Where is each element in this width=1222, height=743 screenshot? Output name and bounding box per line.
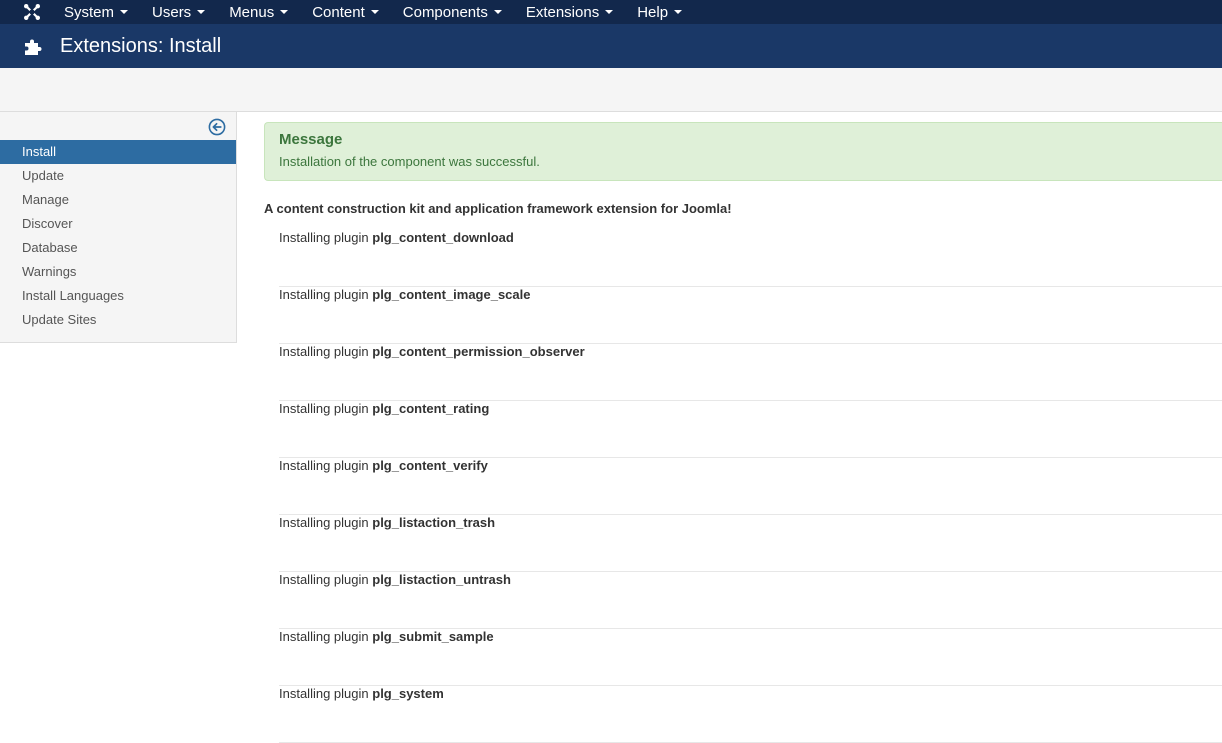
extension-description: A content construction kit and applicati… bbox=[264, 201, 732, 216]
caret-down-icon bbox=[674, 10, 683, 14]
menu-system[interactable]: System bbox=[64, 0, 138, 24]
success-message: Message Installation of the component wa… bbox=[264, 122, 1222, 181]
menu-users[interactable]: Users bbox=[152, 0, 215, 24]
sidebar-menu: Install Update Manage Discover Database … bbox=[0, 140, 236, 332]
top-navbar: System Users Menus Content Components Ex… bbox=[0, 0, 1222, 24]
arrow-circle-left-icon[interactable] bbox=[208, 118, 226, 136]
plugin-name: plg_submit_sample bbox=[372, 629, 494, 644]
list-item: Installing plugin plg_content_rating bbox=[279, 401, 1222, 458]
toolbar bbox=[0, 68, 1222, 112]
menu-components[interactable]: Components bbox=[403, 0, 512, 24]
list-item: Installing plugin plg_content_download bbox=[279, 230, 1222, 287]
menu-menus[interactable]: Menus bbox=[229, 0, 298, 24]
list-item: Installing plugin plg_system bbox=[279, 686, 1222, 743]
joomla-logo-icon[interactable] bbox=[20, 0, 44, 24]
plugin-prefix: Installing plugin bbox=[279, 344, 369, 359]
menu-label: Extensions bbox=[525, 3, 600, 21]
plugin-name: plg_content_download bbox=[372, 230, 514, 245]
menu-content[interactable]: Content bbox=[312, 0, 389, 24]
list-item: Installing plugin plg_content_permission… bbox=[279, 344, 1222, 401]
caret-down-icon bbox=[605, 10, 614, 14]
menu-label: Menus bbox=[229, 3, 275, 21]
menu-help[interactable]: Help bbox=[637, 0, 692, 24]
list-item: Installing plugin plg_content_image_scal… bbox=[279, 287, 1222, 344]
list-item: Installing plugin plg_listaction_untrash bbox=[279, 572, 1222, 629]
plugin-name: plg_content_verify bbox=[372, 458, 488, 473]
plugin-name: plg_content_image_scale bbox=[372, 287, 531, 302]
plugin-name: plg_system bbox=[372, 686, 444, 701]
sidebar-item-manage[interactable]: Manage bbox=[0, 188, 236, 212]
plugin-name: plg_content_permission_observer bbox=[372, 344, 585, 359]
main-content: Message Installation of the component wa… bbox=[264, 122, 1222, 743]
sidebar-item-install-languages[interactable]: Install Languages bbox=[0, 284, 236, 308]
list-item: Installing plugin plg_content_verify bbox=[279, 458, 1222, 515]
sidebar-item-database[interactable]: Database bbox=[0, 236, 236, 260]
sidebar-item-discover[interactable]: Discover bbox=[0, 212, 236, 236]
plugin-name: plg_listaction_untrash bbox=[372, 572, 511, 587]
caret-down-icon bbox=[370, 10, 379, 14]
plugin-name: plg_content_rating bbox=[372, 401, 490, 416]
plugin-prefix: Installing plugin bbox=[279, 515, 369, 530]
caret-down-icon bbox=[493, 10, 502, 14]
page-title: Extensions: Install bbox=[60, 34, 222, 57]
menu-label: Users bbox=[152, 3, 192, 21]
plugin-prefix: Installing plugin bbox=[279, 230, 369, 245]
caret-down-icon bbox=[120, 10, 129, 14]
plugin-prefix: Installing plugin bbox=[279, 401, 369, 416]
menu-label: Components bbox=[402, 3, 488, 21]
plugin-prefix: Installing plugin bbox=[279, 629, 369, 644]
list-item: Installing plugin plg_listaction_trash bbox=[279, 515, 1222, 572]
caret-down-icon bbox=[280, 10, 289, 14]
message-heading: Message bbox=[279, 131, 343, 148]
menu-extensions[interactable]: Extensions bbox=[526, 0, 623, 24]
plugin-prefix: Installing plugin bbox=[279, 572, 369, 587]
message-text: Installation of the component was succes… bbox=[279, 154, 540, 169]
menu-label: Content bbox=[312, 3, 365, 21]
caret-down-icon bbox=[197, 10, 206, 14]
menu-label: Help bbox=[637, 3, 669, 21]
plugin-prefix: Installing plugin bbox=[279, 287, 369, 302]
menu-label: System bbox=[64, 3, 115, 21]
plugin-prefix: Installing plugin bbox=[279, 686, 369, 701]
sidebar-item-update-sites[interactable]: Update Sites bbox=[0, 308, 236, 332]
sidebar-item-warnings[interactable]: Warnings bbox=[0, 260, 236, 284]
puzzle-piece-icon bbox=[22, 34, 46, 58]
main-menu: System Users Menus Content Components Ex… bbox=[64, 0, 706, 24]
sidebar: Install Update Manage Discover Database … bbox=[0, 112, 237, 343]
list-item: Installing plugin plg_submit_sample bbox=[279, 629, 1222, 686]
page-header: Extensions: Install bbox=[0, 24, 1222, 68]
plugin-prefix: Installing plugin bbox=[279, 458, 369, 473]
sidebar-item-update[interactable]: Update bbox=[0, 164, 236, 188]
plugin-install-list: Installing plugin plg_content_download I… bbox=[279, 230, 1222, 743]
plugin-name: plg_listaction_trash bbox=[372, 515, 496, 530]
sidebar-item-install[interactable]: Install bbox=[0, 140, 236, 164]
